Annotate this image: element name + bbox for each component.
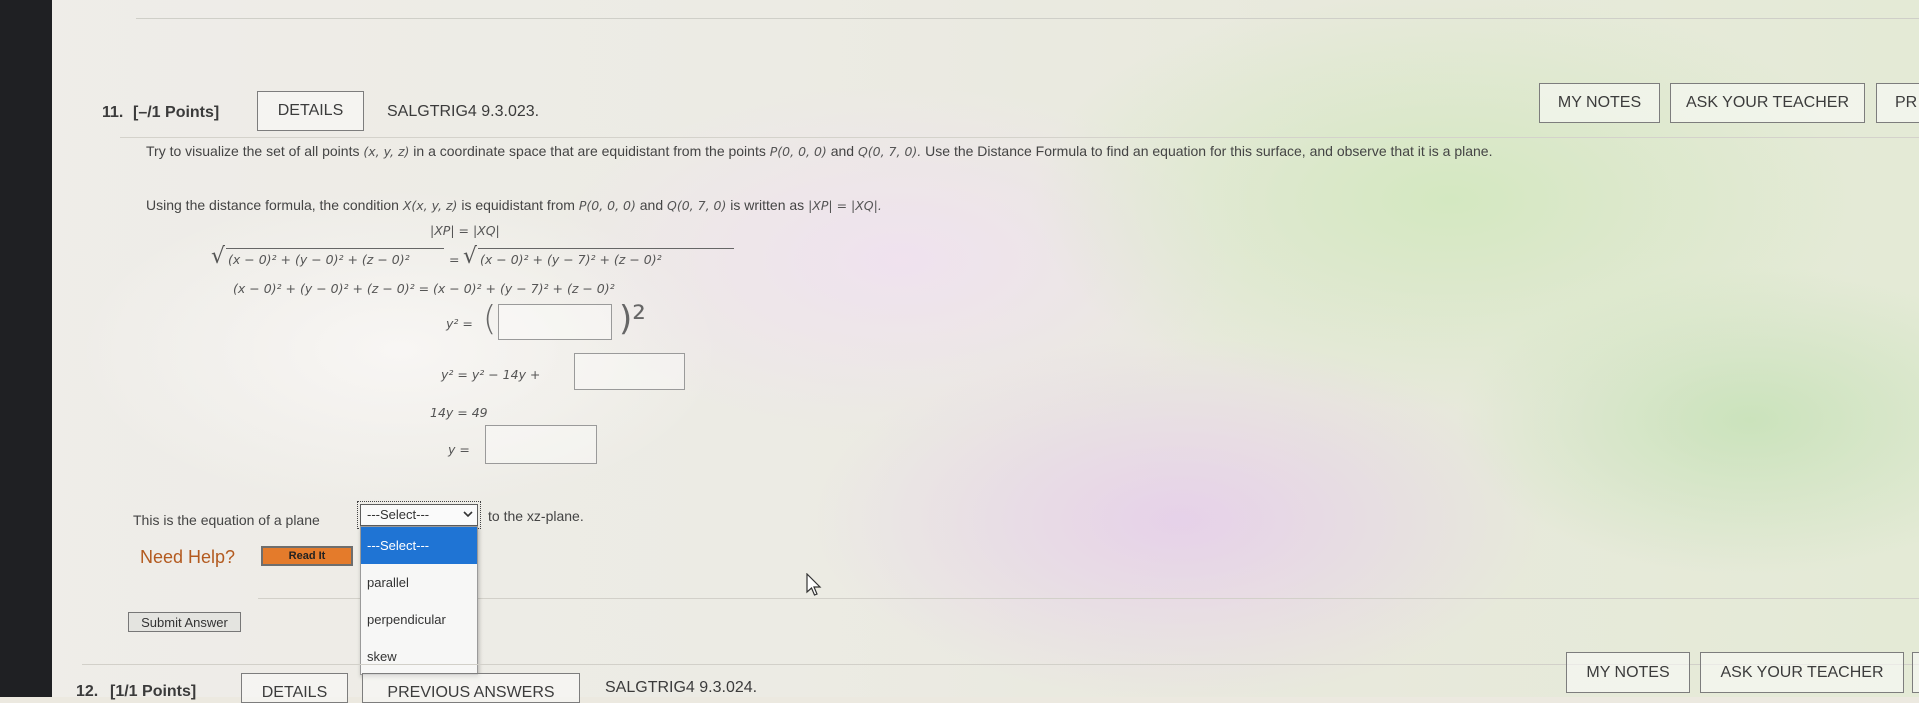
next-question-points: [1/1 Points] xyxy=(110,683,197,700)
need-help-label: Need Help? xyxy=(140,547,236,567)
next-ask-your-teacher-button[interactable]: ASK YOUR TEACHER xyxy=(1700,652,1904,693)
dropdown-option-parallel[interactable]: parallel xyxy=(361,564,477,601)
previous-answers-button[interactable]: PREVIOUS ANSWERS xyxy=(362,673,580,703)
next-question-code: SALGTRIG4 9.3.024. xyxy=(605,679,758,696)
equation-line-6: 14y = 49 xyxy=(430,405,488,420)
equation-line-4-paren-close: )² xyxy=(619,299,646,339)
equation-line-4-paren-open: ( xyxy=(483,299,497,339)
equation-line-4-left: y² = xyxy=(446,316,473,331)
plane-text-after: to the xz-plane. xyxy=(488,508,584,524)
question-code: SALGTRIG4 9.3.023. xyxy=(387,103,540,120)
answer-divider xyxy=(258,598,1919,599)
next-practice-button[interactable] xyxy=(1912,652,1919,693)
ask-your-teacher-button[interactable]: ASK YOUR TEACHER xyxy=(1670,83,1865,123)
answer-input-3[interactable] xyxy=(485,425,597,464)
equation-line-2-right: (x − 0)² + (y − 7)² + (z − 0)² xyxy=(480,252,662,267)
equation-line-7-left: y = xyxy=(448,442,470,457)
answer-input-1[interactable] xyxy=(498,304,612,340)
equation-line-3: (x − 0)² + (y − 0)² + (z − 0)² = (x − 0)… xyxy=(233,281,615,296)
equation-line-2-left: (x − 0)² + (y − 0)² + (z − 0)² xyxy=(228,252,410,267)
select-value: ---Select--- xyxy=(367,507,430,522)
next-details-button[interactable]: DETAILS xyxy=(241,673,348,703)
dropdown-option-select[interactable]: ---Select--- xyxy=(361,527,477,564)
relationship-dropdown-list: ---Select--- parallel perpendicular skew xyxy=(360,526,478,675)
answer-input-2[interactable] xyxy=(574,353,685,390)
read-it-button[interactable]: Read It xyxy=(261,546,353,566)
header-divider xyxy=(120,137,1919,138)
my-notes-button[interactable]: MY NOTES xyxy=(1539,83,1660,123)
plane-text-before: This is the equation of a plane xyxy=(133,512,320,528)
monitor-bezel xyxy=(0,0,52,697)
condition-text: Using the distance formula, the conditio… xyxy=(146,197,882,213)
next-my-notes-button[interactable]: MY NOTES xyxy=(1566,652,1690,693)
dropdown-option-skew[interactable]: skew xyxy=(361,638,477,675)
submit-answer-button[interactable]: Submit Answer xyxy=(128,612,241,632)
sqrt-bar-right xyxy=(478,248,734,249)
practice-another-button[interactable]: PR xyxy=(1876,83,1919,123)
chevron-down-icon xyxy=(463,511,473,518)
relationship-select[interactable]: ---Select--- xyxy=(357,501,481,529)
equation-line-5-left: y² = y² − 14y + xyxy=(441,367,541,382)
sqrt-symbol-left: √ xyxy=(211,244,226,269)
question-number: 11. xyxy=(102,104,124,121)
mouse-cursor-icon xyxy=(806,573,822,596)
next-question-number: 12. xyxy=(76,683,99,700)
sqrt-symbol-right: √ xyxy=(463,244,478,269)
sqrt-bar-left xyxy=(226,248,444,249)
question-points: [–/1 Points] xyxy=(133,104,220,121)
dropdown-option-perpendicular[interactable]: perpendicular xyxy=(361,601,477,638)
question-prompt: Try to visualize the set of all points (… xyxy=(146,143,1493,159)
previous-question-border xyxy=(136,0,1919,19)
details-button[interactable]: DETAILS xyxy=(257,91,364,131)
equation-line-1: |XP| = |XQ| xyxy=(430,223,500,238)
equation-line-2-equals: = xyxy=(449,252,460,267)
